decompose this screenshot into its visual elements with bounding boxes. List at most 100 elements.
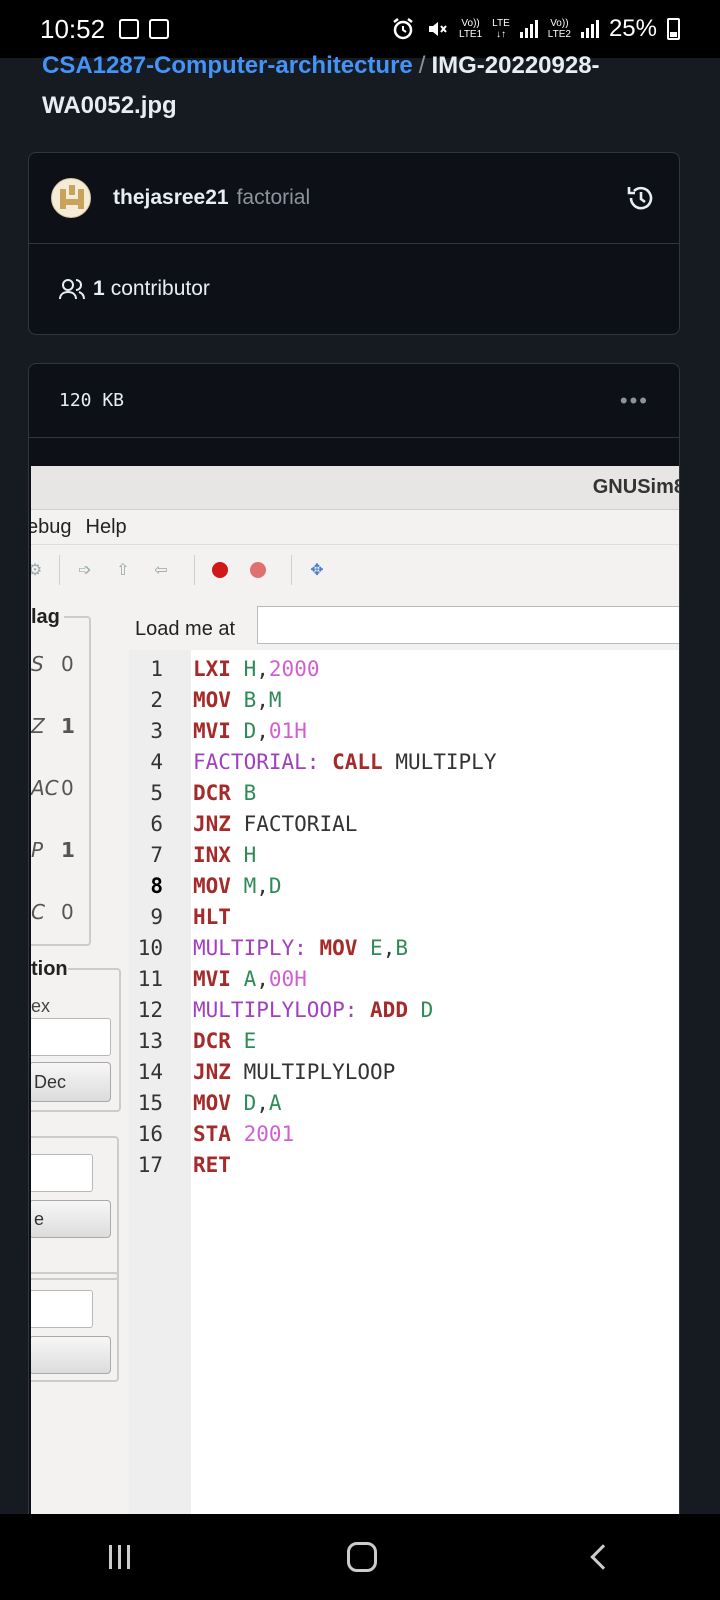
code-token: , [256, 688, 269, 712]
flag-z: Z1 [31, 714, 75, 738]
step-out-icon: ⇦ [154, 561, 168, 579]
line-number: 3 [150, 719, 163, 743]
code-token: MOV [193, 688, 231, 712]
contributor-count: 1 [93, 277, 105, 300]
code-token: , [256, 967, 269, 991]
line-number: 2 [150, 688, 163, 712]
code-text: STA 2001 [193, 1119, 294, 1150]
history-icon[interactable] [625, 182, 657, 214]
home-button[interactable] [346, 1542, 377, 1572]
commit-author[interactable]: thejasree21 [113, 186, 229, 210]
sim1-volte-indicator: Vo)) LTE1 [459, 18, 483, 40]
code-token: DCR [193, 781, 231, 805]
line-number: 11 [137, 967, 163, 991]
memory-button: e [31, 1200, 111, 1238]
code-text: MULTIPLY: MOV E,B [193, 933, 408, 964]
flag-s: S0 [31, 652, 74, 676]
line-number: 6 [150, 812, 163, 836]
mute-icon [429, 22, 447, 36]
partial-toolbar-icon: ⚙ [31, 555, 42, 585]
io-input [31, 1290, 93, 1328]
memory-input [31, 1154, 93, 1192]
sim2-volte-indicator: Vo)) LTE2 [547, 18, 571, 40]
latest-commit-box: thejasree21 factorial 1 contributor [28, 152, 680, 335]
code-token: MULTIPLY [382, 750, 497, 774]
commit-message[interactable]: factorial [237, 186, 311, 210]
code-text: JNZ FACTORIAL [193, 809, 357, 840]
code-token: INX [193, 843, 231, 867]
code-editor: 1 LXI H,2000 2 MOV B,M 3 MVI D,01H 4 FACTORIAL:… [129, 650, 679, 1522]
file-size: 120 KB [59, 390, 125, 411]
more-options-button[interactable]: ••• [620, 388, 649, 414]
battery-icon [667, 18, 680, 40]
menu-bar: ebug Help [31, 510, 679, 544]
code-text: RET [193, 1150, 231, 1181]
code-token: MVI [193, 967, 231, 991]
recent-apps-button[interactable] [108, 1545, 130, 1569]
window-titlebar: GNUSim8 [31, 466, 679, 510]
code-text: MVI D,01H [193, 716, 307, 747]
repo-link[interactable]: CSA1287-Computer-architecture [42, 52, 413, 79]
line-number: 9 [150, 905, 163, 929]
contributors-row[interactable]: 1 contributor [29, 244, 679, 334]
back-button[interactable] [589, 1544, 616, 1570]
line-number: 15 [137, 1091, 163, 1115]
code-text: INX H [193, 840, 256, 871]
code-token: RET [193, 1153, 231, 1177]
move-icon: ✥ [310, 561, 324, 579]
code-token: HLT [193, 905, 231, 929]
toolbar: ⚙ ➩ ⇧ ⇦ ✥ [31, 544, 679, 594]
code-text: MOV D,A [193, 1088, 282, 1119]
code-token: B [243, 781, 257, 805]
code-token: E [370, 936, 383, 960]
code-text: MOV B,M [193, 685, 282, 716]
alarm-icon [393, 18, 413, 40]
line-number: 17 [137, 1153, 163, 1177]
file-header: 120 KB ••• [29, 364, 679, 438]
code-token: , [256, 874, 269, 898]
record-icon [205, 555, 235, 585]
hex-input [31, 1018, 111, 1056]
code-text: LXI H,2000 [193, 654, 319, 685]
code-token: H [243, 657, 257, 681]
code-text: MVI A,00H [193, 964, 307, 995]
window-title: GNUSim8 [592, 476, 679, 498]
file-viewer: 120 KB ••• GNUSim8 ebug Help ⚙ ➩ ⇧ ⇦ ✥ l… [28, 363, 680, 1523]
code-token: D [243, 719, 257, 743]
code-token: 00H [268, 967, 307, 991]
signal-icon [519, 20, 538, 38]
code-token: MOV [193, 874, 231, 898]
line-number: 8 [150, 874, 163, 898]
line-number: 16 [137, 1122, 163, 1146]
code-text: MOV M,D [193, 871, 282, 902]
code-token: MULTIPLYLOOP [230, 1060, 396, 1084]
navigation-bar [0, 1514, 720, 1600]
code-token: D [268, 874, 282, 898]
code-token: 2000 [268, 657, 320, 681]
code-token: STA [193, 1122, 231, 1146]
code-token: CALL [332, 750, 383, 774]
flag-title: lag [31, 606, 64, 629]
menu-debug: ebug [31, 515, 72, 538]
contributor-label: contributor [110, 277, 210, 300]
code-token: MOV [193, 1091, 231, 1115]
check-notification-icon [149, 19, 170, 39]
avatar[interactable] [51, 178, 91, 218]
menu-help: Help [85, 515, 127, 538]
gallery-notification-icon [119, 19, 140, 39]
conversion-subtitle: ex [31, 996, 51, 1016]
code-token: D [243, 1091, 257, 1115]
code-text: HLT [193, 902, 231, 933]
code-text: MULTIPLYLOOP: ADD D [193, 995, 433, 1026]
people-icon [59, 279, 85, 300]
code-token: DCR [193, 1029, 231, 1053]
